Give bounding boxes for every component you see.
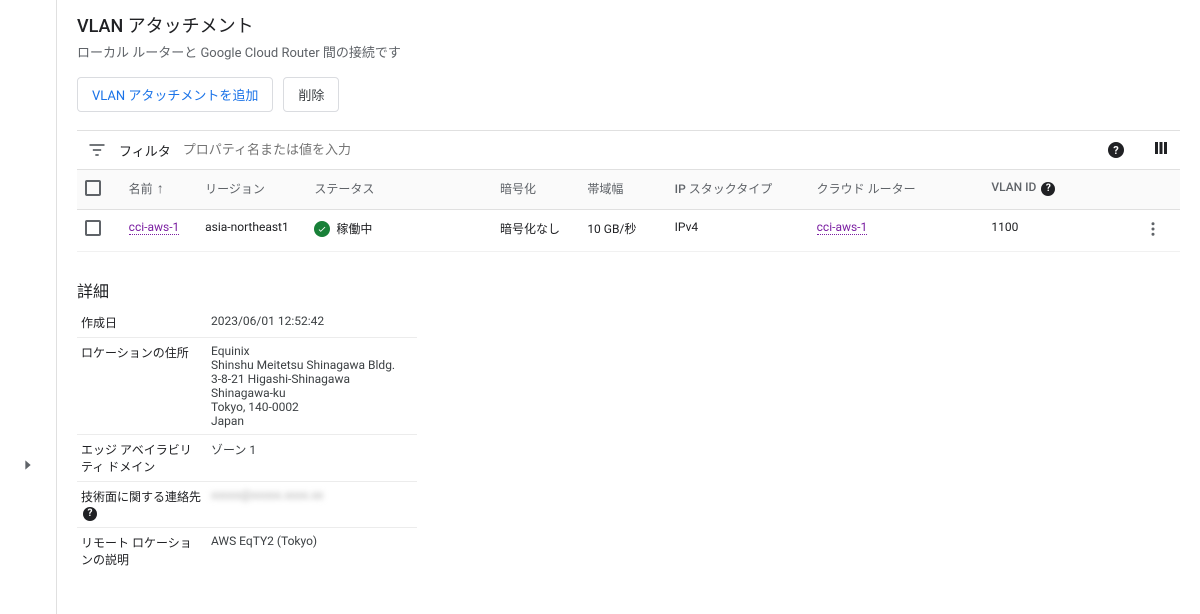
- filter-input[interactable]: [183, 143, 1096, 158]
- detail-val-edge-domain: ゾーン 1: [207, 435, 417, 482]
- row-checkbox[interactable]: [85, 220, 101, 236]
- detail-val-remote-location: AWS EqTY2 (Tokyo): [207, 527, 417, 574]
- detail-key-created: 作成日: [77, 308, 207, 338]
- vlan-attachment-link[interactable]: cci-aws-1: [129, 220, 180, 235]
- row-actions-menu-icon[interactable]: [1144, 227, 1162, 241]
- column-header-encryption[interactable]: 暗号化: [492, 170, 579, 210]
- filter-icon: [87, 140, 107, 160]
- column-header-bandwidth[interactable]: 帯域幅: [579, 170, 666, 210]
- expand-rail-icon[interactable]: [20, 457, 36, 477]
- details-heading: 詳細: [77, 278, 1180, 302]
- cell-vlan-id: 1100: [983, 210, 1136, 252]
- cell-region: asia-northeast1: [197, 210, 306, 252]
- cell-ipstack: IPv4: [667, 210, 809, 252]
- detail-val-created: 2023/06/01 12:52:42: [207, 308, 417, 338]
- detail-key-edge-domain: エッジ アベイラビリティ ドメイン: [77, 435, 207, 482]
- page-subtitle: ローカル ルーターと Google Cloud Router 間の接続です: [77, 42, 1180, 61]
- select-all-checkbox[interactable]: [85, 180, 101, 196]
- column-header-vlan-id[interactable]: VLAN ID: [991, 180, 1036, 194]
- column-header-region[interactable]: リージョン: [197, 170, 306, 210]
- table-row: cci-aws-1 asia-northeast1 稼働中 暗号化なし 10 G…: [77, 210, 1180, 252]
- cloud-router-link[interactable]: cci-aws-1: [817, 220, 868, 235]
- cell-bandwidth: 10 GB/秒: [579, 210, 666, 252]
- cell-status: 稼働中: [336, 220, 372, 237]
- details-table: 作成日 2023/06/01 12:52:42 ロケーションの住所 Equini…: [77, 308, 417, 574]
- column-header-status[interactable]: ステータス: [306, 170, 492, 210]
- add-vlan-attachment-button[interactable]: VLAN アタッチメントを追加: [77, 77, 273, 112]
- vlan-id-help-icon[interactable]: ?: [1041, 182, 1055, 196]
- tech-contact-help-icon[interactable]: ?: [83, 507, 97, 521]
- column-header-cloud-router[interactable]: クラウド ルーター: [809, 170, 984, 210]
- sort-asc-icon: ↑: [157, 182, 164, 196]
- left-rail: [0, 0, 56, 614]
- detail-val-location: Equinix Shinshu Meitetsu Shinagawa Bldg.…: [207, 338, 417, 435]
- status-ok-icon: [314, 221, 330, 237]
- detail-val-tech-contact: xxxxx@xxxxx.xxxx.xx: [207, 482, 417, 528]
- filter-label: フィルタ: [119, 141, 171, 160]
- column-header-ipstack[interactable]: IP スタックタイプ: [667, 170, 809, 210]
- detail-key-tech-contact: 技術面に関する連絡先 ?: [77, 482, 207, 528]
- detail-key-remote-location: リモート ロケーションの説明: [77, 527, 207, 574]
- column-header-name[interactable]: 名前: [129, 180, 153, 197]
- delete-button[interactable]: 削除: [283, 77, 339, 112]
- detail-key-location: ロケーションの住所: [77, 338, 207, 435]
- vlan-attachments-table: 名前 ↑ リージョン ステータス 暗号化 帯域幅 IP スタックタイプ クラウド…: [77, 170, 1180, 252]
- column-display-icon[interactable]: [1152, 139, 1170, 161]
- page-title: VLAN アタッチメント: [77, 12, 1180, 38]
- help-icon[interactable]: ?: [1108, 142, 1124, 158]
- cell-encryption: 暗号化なし: [492, 210, 579, 252]
